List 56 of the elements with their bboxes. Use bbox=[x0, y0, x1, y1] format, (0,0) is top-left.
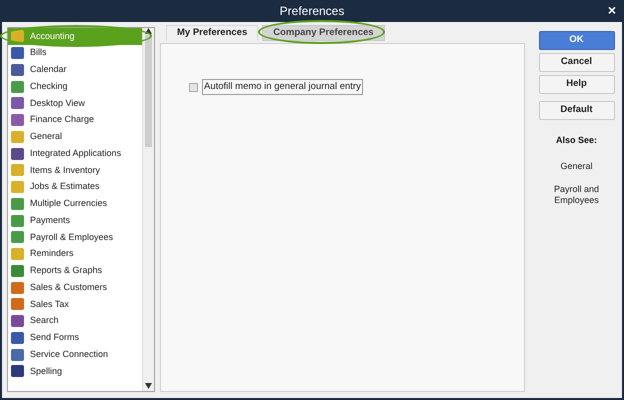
category-item[interactable]: Reminders bbox=[8, 246, 142, 262]
category-item[interactable]: Send Forms bbox=[8, 330, 142, 346]
square-icon bbox=[11, 248, 24, 260]
window-title: Preferences bbox=[280, 3, 344, 20]
category-item[interactable]: Reports & Graphs bbox=[8, 262, 142, 280]
category-item[interactable]: Bills bbox=[8, 44, 142, 62]
tab[interactable]: My Preferences bbox=[166, 25, 258, 41]
category-item[interactable]: Desktop View bbox=[8, 95, 142, 112]
square-icon bbox=[11, 365, 24, 378]
square-icon bbox=[11, 198, 24, 210]
square-icon bbox=[11, 148, 24, 160]
square-icon bbox=[11, 97, 24, 110]
category-item[interactable]: Payments bbox=[8, 212, 142, 229]
category-item[interactable]: General bbox=[8, 128, 142, 146]
scroll-down-icon bbox=[145, 383, 152, 389]
square-icon bbox=[11, 332, 24, 344]
square-icon bbox=[11, 298, 24, 310]
also-see-heading: Also See: bbox=[556, 134, 597, 147]
category-item[interactable]: Calendar bbox=[8, 62, 142, 78]
square-icon bbox=[11, 164, 24, 176]
square-icon bbox=[11, 181, 24, 194]
square-icon bbox=[11, 64, 24, 76]
category-item[interactable]: Finance Charge bbox=[8, 112, 142, 128]
close-button[interactable]: × bbox=[606, 2, 618, 18]
category-item[interactable]: Sales Tax bbox=[8, 296, 142, 313]
square-icon bbox=[11, 130, 24, 143]
category-item[interactable]: Multiple Currencies bbox=[8, 196, 142, 212]
also-see-link[interactable]: General bbox=[546, 160, 606, 172]
scroll-thumb[interactable] bbox=[145, 35, 152, 147]
category-item[interactable]: Sales & Customers bbox=[8, 279, 142, 296]
square-icon bbox=[11, 282, 24, 294]
category-item[interactable]: Checking bbox=[8, 78, 142, 95]
square-icon bbox=[11, 231, 24, 244]
square-icon bbox=[11, 315, 24, 328]
category-item[interactable]: Search bbox=[8, 312, 142, 330]
category-item[interactable]: Integrated Applications bbox=[8, 145, 142, 162]
square-icon bbox=[11, 30, 24, 42]
checkbox[interactable] bbox=[189, 82, 198, 92]
category-item[interactable]: Jobs & Estimates bbox=[8, 178, 142, 196]
ok-button[interactable]: OK bbox=[538, 31, 614, 50]
also-see-link[interactable]: Payroll and Employees bbox=[546, 184, 606, 206]
dialog-button[interactable]: Help bbox=[538, 75, 614, 94]
square-icon bbox=[11, 114, 24, 126]
category-item[interactable]: Items & Inventory bbox=[8, 162, 142, 179]
category-item[interactable]: Spelling bbox=[8, 363, 142, 380]
tab[interactable]: Company Preferences bbox=[262, 25, 385, 41]
checkbox-label: Autofill memo in general journal entry bbox=[202, 79, 363, 96]
category-item[interactable]: Service Connection bbox=[8, 346, 142, 363]
square-icon bbox=[11, 214, 24, 227]
square-icon bbox=[11, 264, 24, 277]
square-icon bbox=[11, 348, 24, 361]
square-icon bbox=[11, 80, 24, 93]
dialog-button[interactable]: Cancel bbox=[538, 53, 614, 72]
dialog-button[interactable]: Default bbox=[538, 101, 614, 120]
category-item[interactable]: Payroll & Employees bbox=[8, 229, 142, 246]
square-icon bbox=[11, 47, 24, 60]
